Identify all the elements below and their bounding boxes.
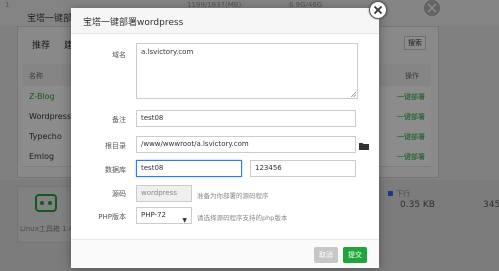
domain-value: a.lsvictory.com bbox=[141, 48, 194, 56]
php-version-select[interactable]: PHP-72 ▼ bbox=[136, 207, 192, 224]
dialog-title: 宝塔一键部署wordpress bbox=[83, 18, 184, 28]
domain-label: 域名 bbox=[112, 51, 126, 59]
source-input: wordpress bbox=[136, 185, 192, 202]
source-hint: 准备为你部署的源码程序 bbox=[197, 192, 269, 200]
php-version-hint: 请选择源码程序支持的php版本 bbox=[197, 214, 288, 222]
root-dir-input[interactable]: /www/wwwroot/a.lsvictory.com bbox=[136, 136, 356, 153]
note-label: 备注 bbox=[112, 116, 126, 124]
php-version-label: PHP版本 bbox=[98, 213, 126, 221]
deploy-dialog: 宝塔一键部署wordpress 域名 a.lsvictory.com 备注 te… bbox=[71, 8, 379, 268]
resize-handle-icon[interactable] bbox=[350, 91, 356, 97]
php-version-selected: PHP-72 bbox=[141, 211, 166, 219]
cancel-button[interactable]: 取消 bbox=[314, 247, 338, 263]
folder-icon[interactable] bbox=[359, 142, 369, 150]
submit-button[interactable]: 提交 bbox=[343, 247, 367, 263]
database-label: 数据库 bbox=[105, 166, 126, 174]
chevron-down-icon: ▼ bbox=[182, 217, 187, 224]
database-password-input[interactable]: 123456 bbox=[250, 160, 356, 177]
source-label: 源码 bbox=[112, 190, 126, 198]
note-input[interactable]: test08 bbox=[136, 110, 356, 127]
dialog-header: 宝塔一键部署wordpress bbox=[71, 8, 379, 34]
root-dir-label: 根目录 bbox=[105, 142, 126, 150]
domain-textarea[interactable]: a.lsvictory.com bbox=[136, 43, 358, 99]
dialog-footer: 取消 提交 bbox=[71, 239, 379, 268]
database-name-input[interactable]: test08 bbox=[136, 160, 242, 177]
close-icon[interactable] bbox=[369, 1, 387, 19]
